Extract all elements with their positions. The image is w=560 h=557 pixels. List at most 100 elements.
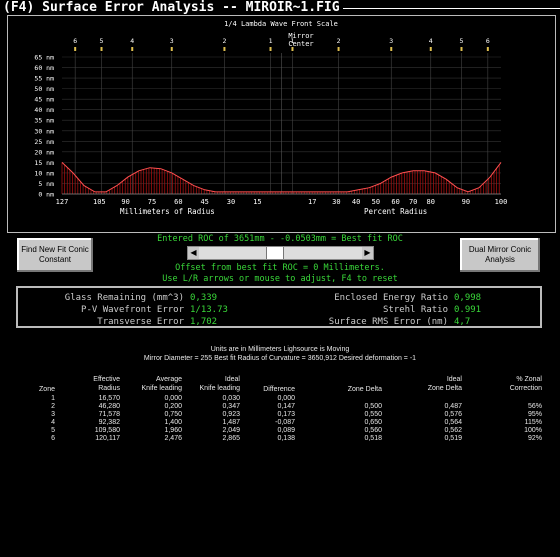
zone-marker-label: 6 bbox=[486, 37, 490, 45]
table-cell: 0,518 bbox=[364, 435, 382, 442]
zone-marker bbox=[337, 47, 340, 51]
column-header: Zone Delta bbox=[347, 386, 382, 393]
y-tick-label: 0 nm bbox=[38, 191, 54, 199]
x-tick-label-left: 105 bbox=[93, 198, 106, 206]
y-tick-label: 25 nm bbox=[34, 138, 54, 146]
zone-marker bbox=[74, 47, 77, 51]
table-cell: 0,138 bbox=[277, 435, 295, 442]
table-cell: 100% bbox=[524, 427, 542, 434]
zone-marker-label: 3 bbox=[170, 37, 174, 45]
strehl-ratio-stat: Strehl Ratio 0.991 bbox=[382, 305, 482, 315]
table-cell: 0,500 bbox=[364, 403, 382, 410]
x-tick-label-left: 90 bbox=[121, 198, 129, 206]
zone-report: Units are in Millimeters Lighsource is M… bbox=[0, 340, 560, 557]
window-title: (F4) Surface Error Analysis -- MIROIR~1.… bbox=[0, 0, 343, 16]
slider-right-arrow-icon[interactable]: ▶ bbox=[362, 247, 373, 259]
offset-text: Offset from best fit ROC = 0 Millimeters… bbox=[175, 263, 385, 273]
x-tick-label-left: 127 bbox=[56, 198, 69, 206]
column-header: Ideal bbox=[446, 376, 462, 383]
zone-marker bbox=[269, 47, 272, 51]
x-axis-label-left: Millimeters of Radius bbox=[120, 207, 215, 216]
table-cell: 0,550 bbox=[364, 411, 382, 418]
glass-removal-stat: Glass Remaining (mm^3) 0,339 bbox=[64, 293, 218, 303]
y-tick-label: 65 nm bbox=[34, 54, 54, 62]
table-cell: 0,560 bbox=[364, 427, 382, 434]
table-cell: 0,089 bbox=[277, 427, 295, 434]
x-tick-label-right: 90 bbox=[462, 198, 470, 206]
y-tick-label: 10 nm bbox=[34, 169, 54, 177]
y-tick-label: 20 nm bbox=[34, 148, 54, 156]
zone-marker bbox=[131, 47, 134, 51]
column-header: Difference bbox=[263, 386, 295, 393]
table-cell: 0,576 bbox=[444, 411, 462, 418]
y-tick-label: 30 nm bbox=[34, 127, 54, 135]
zone-marker bbox=[390, 47, 393, 51]
table-cell: 0,147 bbox=[277, 403, 295, 410]
zone-marker-label: 2 bbox=[222, 37, 226, 45]
y-tick-label: 5 nm bbox=[38, 180, 54, 188]
x-tick-label-right: 70 bbox=[409, 198, 417, 206]
wavefront-chart-svg: 1/4 Lambda Wave Front ScaleMirrorCenter6… bbox=[34, 20, 508, 216]
zone-marker-label: 2 bbox=[337, 37, 341, 45]
x-tick-label-right: 30 bbox=[332, 198, 340, 206]
x-tick-label-right: 17 bbox=[308, 198, 316, 206]
zone-marker-label: 3 bbox=[389, 37, 393, 45]
zone-marker bbox=[223, 47, 226, 51]
column-header: % Zonal bbox=[516, 376, 542, 383]
y-tick-label: 50 nm bbox=[34, 85, 54, 93]
slider-left-arrow-icon[interactable]: ◀ bbox=[188, 247, 199, 259]
table-cell: 0,562 bbox=[444, 427, 462, 434]
error-stats-panel: Glass Remaining (mm^3) 0,339 P-V Wavefron… bbox=[16, 286, 542, 328]
x-tick-label-left: 15 bbox=[253, 198, 261, 206]
table-cell: 95% bbox=[527, 411, 542, 418]
table-cell: 115% bbox=[524, 419, 542, 426]
instructions-text: Use L/R arrows or mouse to adjust, F4 to… bbox=[162, 274, 398, 284]
entered-roc-text: Entered ROC of 3651mm - -0.0503mm = Best… bbox=[157, 234, 403, 244]
dual-mirror-conic-button[interactable]: Dual Mirror Conic Analysis bbox=[460, 238, 540, 272]
y-tick-label: 55 nm bbox=[34, 75, 54, 83]
column-header: Zone Delta bbox=[427, 385, 462, 392]
report-params-line: Mirror Diameter = 255 Best fit Radius of… bbox=[143, 355, 417, 362]
x-tick-label-left: 45 bbox=[200, 198, 208, 206]
transverse-error-stat: Transverse Error 1,702 bbox=[97, 317, 218, 327]
x-tick-label-left: 30 bbox=[227, 198, 235, 206]
table-cell: 92% bbox=[527, 435, 542, 442]
roc-offset-slider[interactable]: ◀ ▶ bbox=[187, 246, 374, 260]
zone-marker bbox=[429, 47, 432, 51]
zone-marker bbox=[291, 47, 294, 51]
y-tick-label: 45 nm bbox=[34, 96, 54, 104]
zone-marker bbox=[486, 47, 489, 51]
rms-error-stat: Surface RMS Error (nm) 4,7 bbox=[328, 317, 471, 327]
zone-marker bbox=[460, 47, 463, 51]
pv-error-stat: P-V Wavefront Error 1/13.73 bbox=[81, 305, 228, 315]
table-cell: 0,564 bbox=[444, 419, 462, 426]
x-tick-label-right: 50 bbox=[372, 198, 380, 206]
slider-thumb[interactable] bbox=[266, 247, 284, 259]
zone-marker-label: 1 bbox=[269, 37, 273, 45]
y-tick-label: 35 nm bbox=[34, 117, 54, 125]
zone-marker-label: 6 bbox=[73, 37, 77, 45]
zone-marker-label: 4 bbox=[130, 37, 134, 45]
chart-title: 1/4 Lambda Wave Front Scale bbox=[224, 20, 338, 28]
x-tick-label-right: 100 bbox=[495, 198, 508, 206]
find-best-fit-conic-button[interactable]: Find New Fit Conic Constant bbox=[17, 238, 93, 272]
zone-marker-label: 5 bbox=[100, 37, 104, 45]
x-tick-label-right: 80 bbox=[427, 198, 435, 206]
x-tick-label-right: 40 bbox=[352, 198, 360, 206]
report-units-line: Units are in Millimeters Lighsource is M… bbox=[210, 346, 350, 353]
x-axis-label-right: Percent Radius bbox=[364, 207, 427, 216]
column-header: Ideal bbox=[224, 376, 240, 383]
energy-ratio-stat: Enclosed Energy Ratio 0,998 bbox=[334, 293, 482, 303]
y-tick-label: 40 nm bbox=[34, 106, 54, 114]
zone-marker bbox=[170, 47, 173, 51]
x-tick-label-left: 60 bbox=[174, 198, 182, 206]
table-cell: 0,173 bbox=[277, 411, 295, 418]
table-cell: 56% bbox=[527, 403, 542, 410]
x-tick-label-right: 60 bbox=[391, 198, 399, 206]
table-cell: -0,087 bbox=[275, 419, 295, 426]
zone-marker bbox=[100, 47, 103, 51]
y-tick-label: 15 nm bbox=[34, 159, 54, 167]
table-cell: 0,519 bbox=[444, 435, 462, 442]
wavefront-chart: 1/4 Lambda Wave Front Scale Mirror Center 6… bbox=[7, 15, 556, 233]
table-cell: 0,650 bbox=[364, 419, 382, 426]
